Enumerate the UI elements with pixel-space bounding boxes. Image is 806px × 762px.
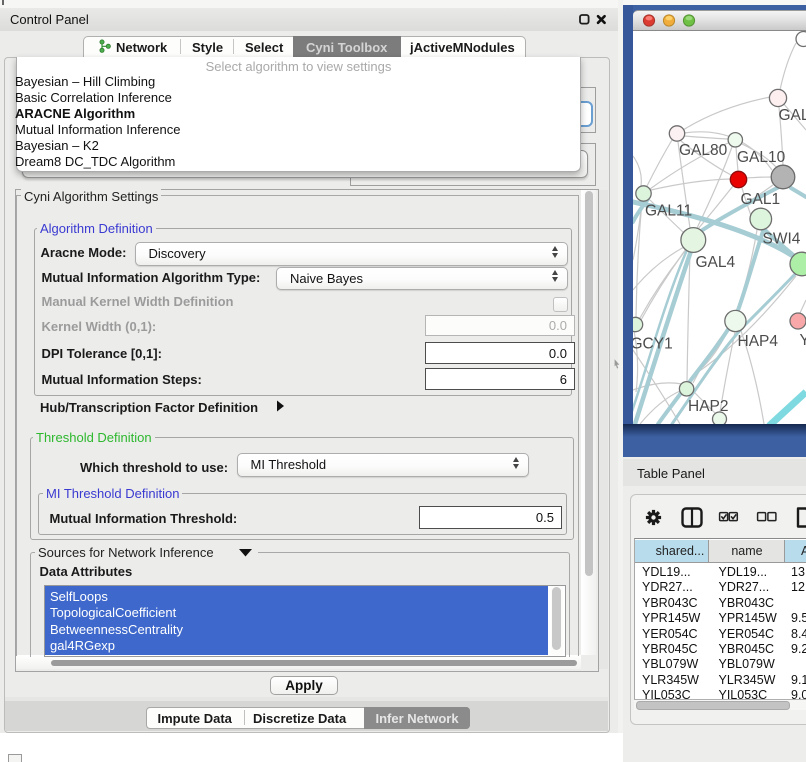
svg-text:HAP4: HAP4 (738, 333, 779, 350)
svg-text:HAP2: HAP2 (688, 398, 729, 415)
svg-text:GAL1: GAL1 (741, 191, 781, 208)
svg-text:GAL2: GAL2 (779, 107, 806, 124)
svg-text:GAL80: GAL80 (679, 142, 728, 159)
svg-text:Y: Y (800, 332, 806, 349)
svg-text:GAL10: GAL10 (737, 149, 786, 166)
svg-text:GAL11: GAL11 (645, 203, 692, 220)
svg-text:GCY1: GCY1 (633, 336, 673, 353)
svg-text:SWI4: SWI4 (763, 231, 801, 248)
svg-text:GAL4: GAL4 (696, 254, 736, 271)
